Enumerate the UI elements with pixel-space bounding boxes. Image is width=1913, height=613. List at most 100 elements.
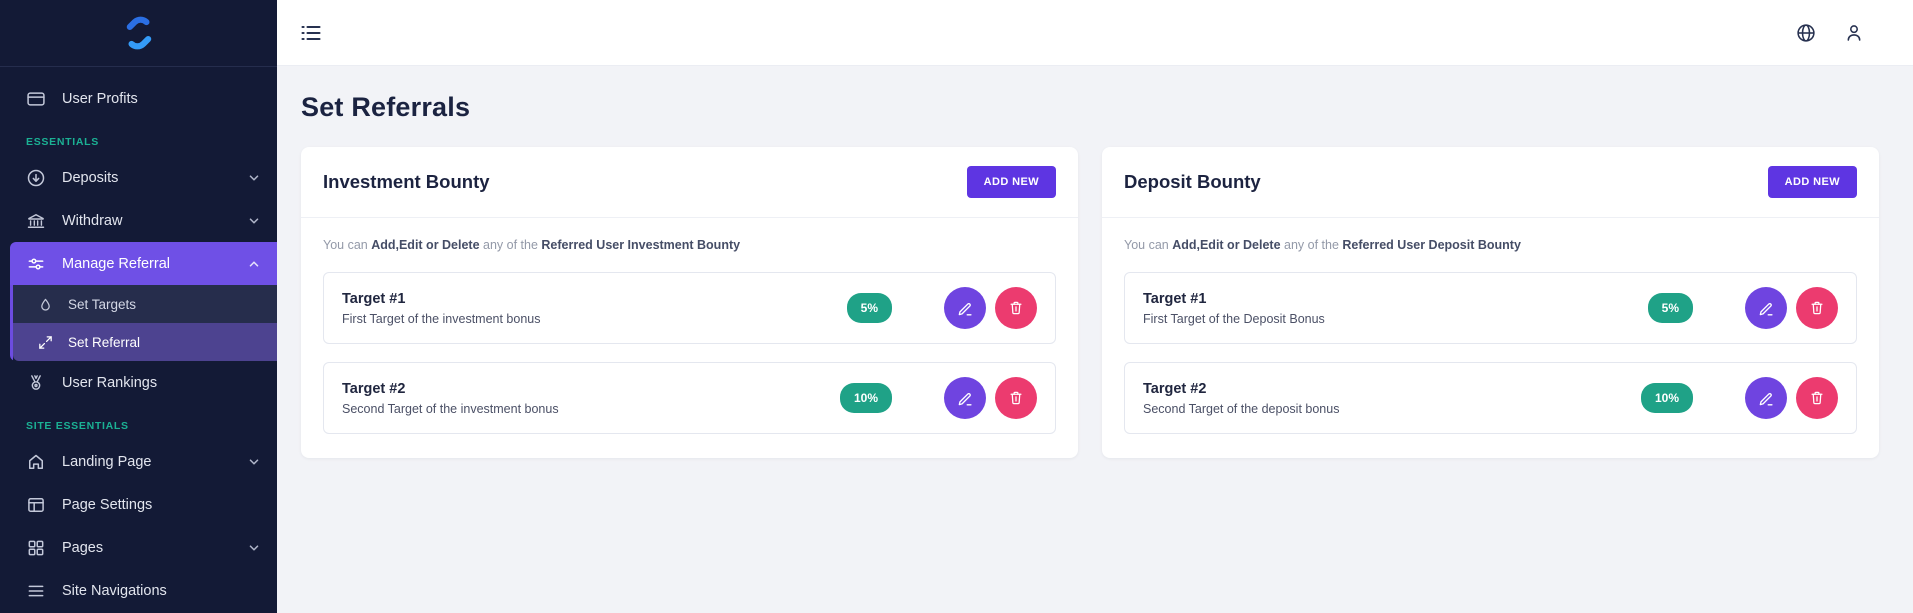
target-row: Target #1 First Target of the investment… <box>323 272 1056 344</box>
delete-button[interactable] <box>995 377 1037 419</box>
card-header: Deposit Bounty ADD NEW <box>1102 147 1879 218</box>
card-title: Investment Bounty <box>323 171 490 193</box>
percent-badge: 10% <box>1641 383 1693 413</box>
chevron-down-icon <box>247 541 261 555</box>
arrow-down-circle-icon <box>26 168 46 188</box>
home-icon <box>26 452 46 472</box>
sidebar-item-label: Page Settings <box>62 497 152 513</box>
delete-button[interactable] <box>1796 287 1838 329</box>
target-name: Target #2 <box>342 381 840 397</box>
sidebar-item-deposits[interactable]: Deposits <box>0 156 277 199</box>
target-row: Target #1 First Target of the Deposit Bo… <box>1124 272 1857 344</box>
target-name: Target #1 <box>342 291 847 307</box>
sidebar-item-withdraw[interactable]: Withdraw <box>0 199 277 242</box>
grid-icon <box>26 538 46 558</box>
sidebar-item-label: User Rankings <box>62 375 157 391</box>
brand-logo[interactable] <box>0 0 277 67</box>
target-row: Target #2 Second Target of the investmen… <box>323 362 1056 434</box>
target-name: Target #2 <box>1143 381 1641 397</box>
edit-button[interactable] <box>1745 377 1787 419</box>
chevron-down-icon <box>247 214 261 228</box>
page-title: Set Referrals <box>301 92 1879 123</box>
sidebar-item-label: Set Targets <box>68 297 136 312</box>
sidebar-nav: User Profits ESSENTIALS Deposits <box>0 67 277 612</box>
investment-bounty-card: Investment Bounty ADD NEW You can Add,Ed… <box>301 147 1078 458</box>
card-body: You can Add,Edit or Delete any of the Re… <box>301 218 1078 458</box>
delete-button[interactable] <box>1796 377 1838 419</box>
edit-button[interactable] <box>1745 287 1787 329</box>
sidebar-item-site-navigations[interactable]: Site Navigations <box>0 569 277 612</box>
delete-button[interactable] <box>995 287 1037 329</box>
expand-arrows-icon <box>37 334 54 351</box>
target-info: Target #1 First Target of the Deposit Bo… <box>1143 291 1648 326</box>
sidebar-item-set-referral[interactable]: Set Referral <box>13 323 277 361</box>
sidebar-item-set-targets[interactable]: Set Targets <box>13 285 277 323</box>
globe-icon[interactable] <box>1795 22 1817 44</box>
manage-referral-submenu: Set Targets Set Referral <box>10 285 277 361</box>
sidebar-item-user-profits[interactable]: User Profits <box>0 77 277 120</box>
cards-row: Investment Bounty ADD NEW You can Add,Ed… <box>301 147 1879 458</box>
target-description: Second Target of the deposit bonus <box>1143 402 1641 416</box>
chevron-down-icon <box>247 455 261 469</box>
sidebar-section-essentials: ESSENTIALS <box>0 120 277 156</box>
percent-badge: 5% <box>1648 293 1693 323</box>
helper-text: You can Add,Edit or Delete any of the Re… <box>1124 238 1857 252</box>
target-info: Target #2 Second Target of the deposit b… <box>1143 381 1641 416</box>
swirl-logo-icon <box>118 10 160 56</box>
sidebar-item-label: Manage Referral <box>62 256 170 272</box>
droplet-icon <box>37 296 54 313</box>
content: Set Referrals Investment Bounty ADD NEW … <box>277 66 1913 613</box>
manage-referral-group: Manage Referral Set Targets <box>10 242 277 361</box>
percent-badge: 10% <box>840 383 892 413</box>
pen-icon <box>1757 389 1776 408</box>
helper-text: You can Add,Edit or Delete any of the Re… <box>323 238 1056 252</box>
pen-icon <box>956 389 975 408</box>
trash-icon <box>1808 299 1826 317</box>
sidebar-item-landing-page[interactable]: Landing Page <box>0 440 277 483</box>
sidebar: User Profits ESSENTIALS Deposits <box>0 0 277 613</box>
sliders-icon <box>26 254 46 274</box>
target-description: Second Target of the investment bonus <box>342 402 840 416</box>
target-description: First Target of the investment bonus <box>342 312 847 326</box>
edit-button[interactable] <box>944 287 986 329</box>
chevron-down-icon <box>247 171 261 185</box>
target-info: Target #2 Second Target of the investmen… <box>342 381 840 416</box>
list-toggle-icon[interactable] <box>299 21 323 45</box>
card-title: Deposit Bounty <box>1124 171 1261 193</box>
chevron-up-icon <box>247 257 261 271</box>
sidebar-item-pages[interactable]: Pages <box>0 526 277 569</box>
sidebar-item-manage-referral[interactable]: Manage Referral <box>10 242 277 285</box>
target-name: Target #1 <box>1143 291 1648 307</box>
medal-icon <box>26 373 46 393</box>
sidebar-item-label: Deposits <box>62 170 118 186</box>
sidebar-section-site-essentials: SITE ESSENTIALS <box>0 404 277 440</box>
sidebar-item-user-rankings[interactable]: User Rankings <box>0 361 277 404</box>
sidebar-item-label: Site Navigations <box>62 583 167 599</box>
credit-card-icon <box>26 89 46 109</box>
pen-icon <box>956 299 975 318</box>
trash-icon <box>1007 389 1025 407</box>
deposit-bounty-card: Deposit Bounty ADD NEW You can Add,Edit … <box>1102 147 1879 458</box>
topbar <box>277 0 1913 66</box>
add-new-button[interactable]: ADD NEW <box>1768 166 1857 198</box>
edit-button[interactable] <box>944 377 986 419</box>
pen-icon <box>1757 299 1776 318</box>
trash-icon <box>1808 389 1826 407</box>
percent-badge: 5% <box>847 293 892 323</box>
card-body: You can Add,Edit or Delete any of the Re… <box>1102 218 1879 458</box>
target-row: Target #2 Second Target of the deposit b… <box>1124 362 1857 434</box>
sidebar-item-label: User Profits <box>62 91 138 107</box>
sidebar-item-label: Landing Page <box>62 454 152 470</box>
sidebar-item-page-settings[interactable]: Page Settings <box>0 483 277 526</box>
sidebar-item-label: Set Referral <box>68 335 140 350</box>
target-description: First Target of the Deposit Bonus <box>1143 312 1648 326</box>
sidebar-item-label: Pages <box>62 540 103 556</box>
target-info: Target #1 First Target of the investment… <box>342 291 847 326</box>
user-icon[interactable] <box>1843 22 1865 44</box>
card-header: Investment Bounty ADD NEW <box>301 147 1078 218</box>
add-new-button[interactable]: ADD NEW <box>967 166 1056 198</box>
sidebar-item-label: Withdraw <box>62 213 122 229</box>
app-window: User Profits ESSENTIALS Deposits <box>0 0 1913 613</box>
main-area: Set Referrals Investment Bounty ADD NEW … <box>277 0 1913 613</box>
layout-icon <box>26 495 46 515</box>
